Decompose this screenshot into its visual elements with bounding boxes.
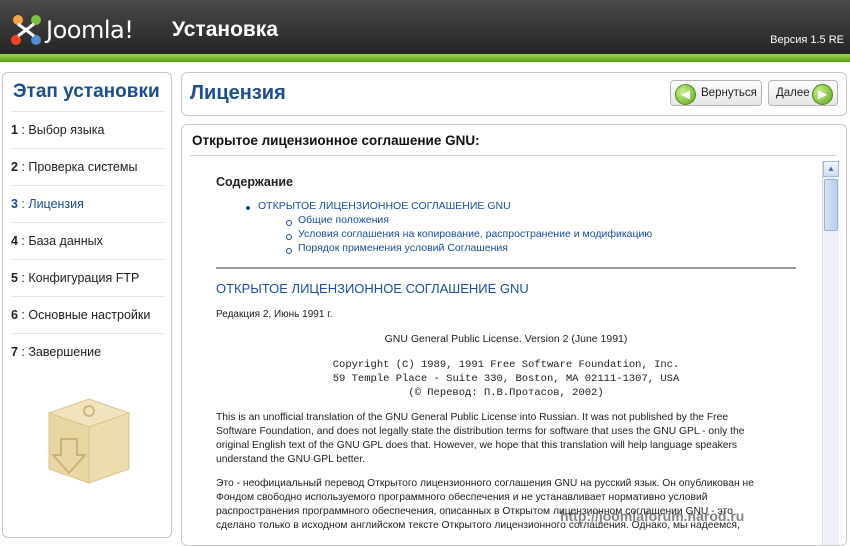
sidebar-title: Этап установки [13, 81, 160, 102]
scroll-thumb[interactable] [824, 179, 838, 231]
vertical-scrollbar[interactable]: ▲ [822, 161, 839, 545]
sidebar-step[interactable]: 2 : Проверка системы [11, 148, 165, 185]
step-separator: : [17, 308, 29, 322]
copyright-line: Copyright (C) 1989, 1991 Free Software F… [332, 359, 680, 371]
header-accent-bar [0, 54, 850, 62]
app-title: Установка [172, 18, 278, 41]
logo-text: Joomla! [46, 16, 134, 44]
step-separator: : [17, 123, 29, 137]
paragraph-english: This is an unofficial translation of the… [216, 411, 798, 467]
step-separator: : [17, 234, 29, 248]
sidebar-step[interactable]: 5 : Конфигурация FTP [11, 259, 165, 296]
sidebar-step[interactable]: 4 : База данных [11, 222, 165, 259]
step-number: 3 [11, 197, 18, 211]
step-label: Основные настройки [28, 308, 151, 322]
bullet-icon [246, 206, 250, 210]
arrow-left-icon: ◀ [675, 84, 696, 105]
next-button[interactable]: Далее ▶ [768, 80, 838, 106]
step-label: Конфигурация FTP [28, 271, 140, 285]
step-label: Лицензия [28, 197, 84, 211]
revision-text: Редакция 2, Июнь 1991 г. [216, 309, 333, 320]
arrow-right-icon: ▶ [812, 84, 833, 105]
step-number: 4 [11, 234, 18, 248]
sidebar-step[interactable]: 6 : Основные настройки [11, 296, 165, 333]
page-title: Лицензия [190, 82, 286, 104]
divider [190, 155, 836, 156]
step-number: 7 [11, 345, 18, 359]
section-divider [216, 267, 796, 269]
paragraph-line: This is an unofficial translation of the… [216, 412, 729, 423]
step-separator: : [17, 271, 29, 285]
sidebar-step[interactable]: 7 : Завершение [11, 333, 165, 370]
step-label: Выбор языка [28, 123, 105, 137]
joomla-logo-icon [11, 15, 41, 45]
paragraph-line: original English text of the GNU GPL doe… [216, 440, 738, 451]
step-label: Завершение [28, 345, 102, 359]
toc-link-general[interactable]: Общие положения [298, 214, 389, 226]
paragraph-line: Это - неофициальный перевод Открытого ли… [216, 478, 754, 489]
paragraph-russian: Это - неофициальный перевод Открытого ли… [216, 477, 798, 533]
paragraph-line: Фондом свободно используемого программно… [216, 492, 708, 503]
section-heading: ОТКРЫТОЕ ЛИЦЕНЗИОННОЕ СОГЛАШЕНИЕ GNU [216, 281, 529, 296]
sidebar: Этап установки 1 : Выбор языка 2 : Провер… [2, 72, 172, 538]
paragraph-line: understand the GNU GPL better. [216, 454, 366, 465]
toc-link-main[interactable]: ОТКРЫТОЕ ЛИЦЕНЗИОННОЕ СОГЛАШЕНИЕ GNU [258, 200, 511, 212]
page-header: Лицензия ◀ Вернуться Далее ▶ [181, 72, 847, 116]
step-number: 5 [11, 271, 18, 285]
toc-heading: Содержание [216, 175, 294, 189]
sidebar-step[interactable]: 1 : Выбор языка [11, 111, 165, 148]
step-number: 2 [11, 160, 18, 174]
step-separator: : [17, 160, 29, 174]
step-separator: : [17, 197, 29, 211]
step-label: Проверка системы [28, 160, 138, 174]
paragraph-line: Software Foundation, and does not legall… [216, 426, 745, 437]
step-number: 6 [11, 308, 18, 322]
next-button-label: Далее [776, 87, 810, 99]
toc-link-terms[interactable]: Условия соглашения на копирование, распр… [298, 228, 652, 240]
bullet-icon [286, 220, 292, 226]
bullet-icon [286, 234, 292, 240]
toc-link-application[interactable]: Порядок применения условий Соглашения [298, 242, 508, 254]
watermark: http://joomlaforum.narod.ru [560, 508, 745, 524]
step-label: База данных [28, 234, 103, 248]
scroll-up-icon[interactable]: ▲ [823, 161, 839, 177]
package-box-icon [47, 398, 131, 484]
back-button-label: Вернуться [701, 87, 757, 99]
step-separator: : [17, 345, 29, 359]
bullet-icon [286, 248, 292, 254]
address-line: 59 Temple Place - Suite 330, Boston, MA … [332, 373, 680, 385]
gpl-title: GNU General Public License. Version 2 (J… [384, 333, 628, 345]
back-button[interactable]: ◀ Вернуться [670, 80, 762, 106]
license-panel-title: Открытое лицензионное соглашение GNU: [192, 133, 480, 148]
translation-credit: (© Перевод: П.В.Протасов, 2002) [408, 387, 604, 399]
version-label: Версия 1.5 RE [770, 34, 844, 46]
step-number: 1 [11, 123, 18, 137]
license-panel: Открытое лицензионное соглашение GNU: Со… [181, 124, 847, 546]
app-header: Joomla! Установка Версия 1.5 RE [0, 0, 850, 62]
sidebar-step[interactable]: 3 : Лицензия [11, 185, 165, 222]
